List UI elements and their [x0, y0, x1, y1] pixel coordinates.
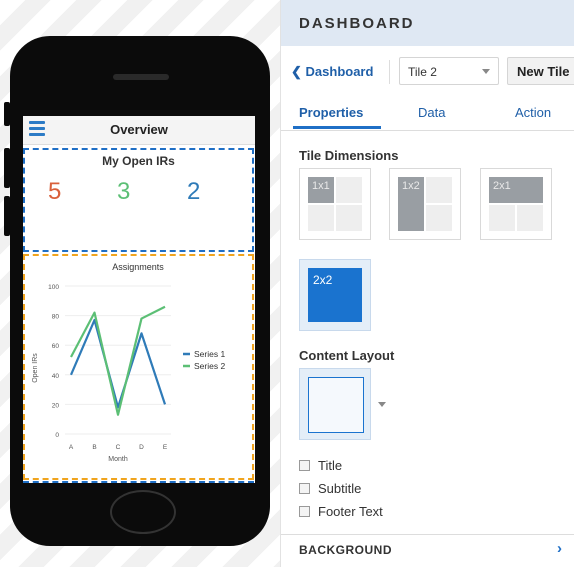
phone-frame: Overview My Open IRs 5 3 2 Assignments 0 2…: [4, 36, 270, 546]
tab-data[interactable]: Data: [418, 105, 445, 120]
grid-cell: [336, 177, 362, 203]
tile-my-open-irs[interactable]: My Open IRs 5 3 2: [23, 148, 254, 252]
x-axis-label: Month: [108, 456, 128, 463]
checkbox-icon[interactable]: [299, 460, 310, 471]
dashboard-panel: DASHBOARD ❮ Dashboard Tile 2 New Tile Pr…: [280, 0, 574, 567]
legend-label: Series 2: [194, 361, 225, 371]
tile-dimensions-heading: Tile Dimensions: [299, 148, 399, 163]
phone-speaker: [113, 74, 169, 80]
metric-value: 3: [117, 178, 131, 205]
divider: [389, 60, 390, 84]
app-title: Overview: [110, 122, 168, 137]
back-link-label: Dashboard: [305, 64, 374, 79]
background-section[interactable]: BACKGROUND ›: [281, 534, 574, 565]
chevron-down-icon[interactable]: [378, 402, 386, 407]
x-tick-label: D: [139, 444, 144, 451]
y-tick-label: 60: [52, 343, 60, 350]
checkbox-subtitle[interactable]: Subtitle: [299, 481, 361, 496]
metric-value: 5: [48, 178, 62, 205]
checkbox-label: Footer Text: [318, 504, 383, 519]
x-tick-label: B: [92, 444, 96, 451]
chart-title: Assignments: [112, 262, 164, 272]
dimension-label: 1x1: [308, 177, 334, 203]
chevron-left-icon: ❮: [291, 64, 302, 79]
phone-volume-up-button: [4, 148, 10, 188]
checkbox-label: Subtitle: [318, 481, 362, 496]
y-tick-label: 100: [48, 284, 59, 291]
dimension-option-2x1[interactable]: 2x1: [480, 168, 552, 240]
x-tick-label: A: [69, 444, 74, 451]
panel-tabs: Properties Data Action: [281, 98, 574, 131]
chevron-right-icon[interactable]: ›: [557, 540, 562, 557]
x-tick-label: C: [116, 444, 121, 451]
tab-properties[interactable]: Properties: [299, 105, 363, 120]
phone-mute-button: [4, 102, 10, 126]
dimension-option-1x2[interactable]: 1x2: [389, 168, 461, 240]
layout-preview: [308, 377, 364, 433]
phone-screen: Overview My Open IRs 5 3 2 Assignments 0 2…: [23, 116, 255, 483]
checkbox-label: Title: [318, 458, 343, 473]
grid-cell: [336, 205, 362, 231]
x-tick-label: E: [163, 444, 168, 451]
y-tick-label: 40: [52, 373, 60, 380]
assignments-line-chart: Assignments 0 20 40 60 80 100 A B C D E Month Open IR…: [32, 262, 225, 463]
grid-cell: [489, 205, 515, 231]
panel-header: DASHBOARD: [281, 0, 574, 46]
chevron-down-icon: [482, 69, 490, 74]
tile-assignments[interactable]: Assignments 0 20 40 60 80 100 A B C D E Month Open IR…: [23, 254, 254, 480]
checkbox-icon[interactable]: [299, 506, 310, 517]
y-axis-label: Open IRs: [32, 353, 39, 383]
tile-title: My Open IRs: [102, 154, 175, 168]
phone-volume-down-button: [4, 196, 10, 236]
phone-home-button: [110, 490, 176, 534]
metric-value: 2: [187, 178, 201, 205]
content-layout-option[interactable]: [299, 368, 371, 440]
background-label: BACKGROUND: [299, 543, 392, 557]
dimension-option-1x1[interactable]: 1x1: [299, 168, 371, 240]
checkbox-icon[interactable]: [299, 483, 310, 494]
tile-select-value: Tile 2: [408, 65, 437, 79]
new-tile-button[interactable]: New Tile: [507, 57, 574, 85]
y-tick-label: 0: [55, 432, 59, 439]
back-to-dashboard-link[interactable]: ❮ Dashboard: [291, 64, 373, 80]
dimension-label: 1x2: [398, 177, 424, 231]
panel-nav-row: ❮ Dashboard Tile 2 New Tile: [281, 52, 574, 90]
dimension-label: 2x2: [308, 268, 362, 322]
grid-cell: [308, 205, 334, 231]
dimension-label: 2x1: [489, 177, 543, 203]
grid-cell: [517, 205, 543, 231]
checkbox-footer-text[interactable]: Footer Text: [299, 504, 383, 519]
legend-label: Series 1: [194, 349, 225, 359]
series-line: [69, 318, 167, 409]
checkbox-title[interactable]: Title: [299, 458, 342, 473]
content-layout-heading: Content Layout: [299, 348, 395, 363]
dimension-option-2x2[interactable]: 2x2: [299, 259, 371, 331]
grid-cell: [426, 205, 452, 231]
tab-action[interactable]: Action: [515, 105, 551, 120]
y-tick-label: 20: [52, 402, 60, 409]
tile-select-dropdown[interactable]: Tile 2: [399, 57, 499, 85]
y-tick-label: 80: [52, 314, 60, 321]
panel-title: DASHBOARD: [299, 15, 415, 32]
selected-tile-outline: [23, 481, 254, 483]
app-header: Overview: [23, 116, 255, 145]
grid-cell: [426, 177, 452, 203]
active-tab-indicator: [293, 126, 381, 129]
